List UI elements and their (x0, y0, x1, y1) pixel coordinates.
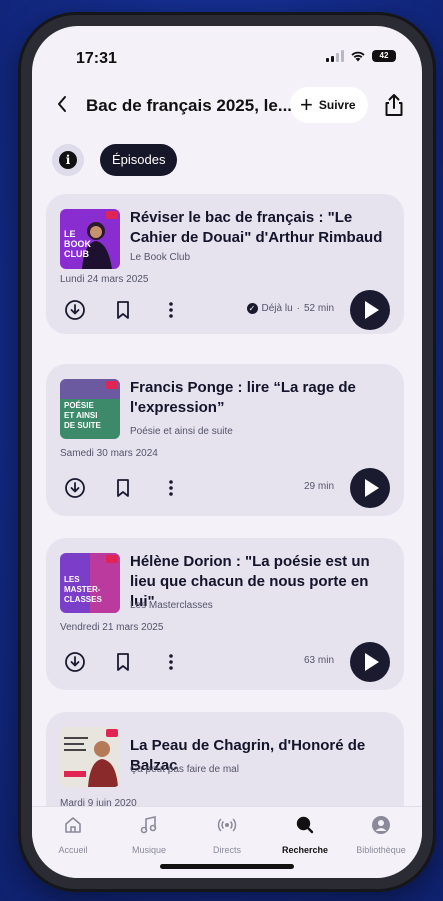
duration-text: 52 min (303, 303, 334, 314)
download-icon[interactable] (64, 651, 86, 673)
search-icon (296, 816, 314, 834)
check-icon: ✓ (246, 303, 258, 314)
brand-logo (106, 211, 118, 219)
episode-thumbnail: LES MASTER- CLASSES (60, 553, 120, 613)
chevron-left-icon (58, 96, 66, 112)
play-button[interactable] (350, 290, 390, 330)
nav-directs[interactable]: Directs (188, 815, 266, 855)
episode-card[interactable]: LES MASTER- CLASSES Hélène Dorion : "La … (46, 538, 404, 690)
episode-date: Vendredi 21 mars 2025 (60, 622, 164, 633)
nav-label: Musique (131, 845, 167, 855)
brand-logo (106, 381, 118, 389)
episode-actions: 63 min (60, 642, 390, 682)
brand-logo (106, 555, 118, 563)
nav-label: Recherche (281, 845, 329, 855)
home-indicator[interactable] (160, 864, 294, 869)
duration-text: 29 min (303, 481, 334, 492)
nav-recherche[interactable]: Recherche (266, 815, 344, 855)
episode-show[interactable]: Le Book Club (130, 252, 190, 263)
more-icon[interactable] (160, 477, 182, 499)
nav-bibliotheque[interactable]: Bibliothèque (342, 815, 420, 855)
more-icon[interactable] (160, 299, 182, 321)
episode-date: Lundi 24 mars 2025 (60, 274, 149, 285)
status-icons: 42 (326, 50, 396, 62)
app-screen: 17:31 42 Bac de français 2025, le... + S… (32, 26, 422, 878)
nav-label: Accueil (58, 845, 88, 855)
episode-card[interactable]: La Peau de Chagrin, d'Honoré de Balzac Ç… (46, 712, 404, 806)
episode-date: Samedi 30 mars 2024 (60, 448, 158, 459)
bookmark-icon[interactable] (112, 651, 134, 673)
episode-title[interactable]: Réviser le bac de français : "Le Cahier … (130, 208, 392, 248)
episode-duration: ✓ Déjà lu · 52 min (246, 303, 334, 314)
tab-episodes[interactable]: Épisodes (100, 144, 178, 176)
separator: · (296, 303, 300, 314)
signal-icon (326, 50, 344, 62)
follow-label: Suivre (318, 98, 356, 112)
battery-icon: 42 (372, 50, 396, 62)
episode-date: Mardi 9 juin 2020 (60, 798, 137, 806)
episode-thumbnail (60, 727, 120, 787)
episode-card[interactable]: POÉSIE ET AINSI DE SUITE Francis Ponge :… (46, 364, 404, 516)
episode-actions: ✓ Déjà lu · 52 min (60, 290, 390, 330)
nav-accueil[interactable]: Accueil (34, 815, 112, 855)
share-icon[interactable] (382, 92, 406, 118)
download-icon[interactable] (64, 477, 86, 499)
more-icon[interactable] (160, 651, 182, 673)
episode-thumbnail: POÉSIE ET AINSI DE SUITE (60, 379, 120, 439)
top-bar: Bac de français 2025, le... + Suivre (32, 86, 422, 126)
status-time: 17:31 (76, 50, 117, 67)
bookmark-icon[interactable] (112, 477, 134, 499)
wifi-icon (351, 51, 365, 62)
played-status: Déjà lu (261, 303, 293, 314)
episode-card[interactable]: LE BOOK CLUB Réviser le bac de français … (46, 194, 404, 334)
thumbnail-label: POÉSIE ET AINSI DE SUITE (64, 401, 101, 430)
tab-bar: i Épisodes (44, 142, 422, 178)
download-icon[interactable] (64, 299, 86, 321)
episode-actions: 29 min (60, 468, 390, 508)
nav-label: Directs (212, 845, 241, 855)
episode-duration: 63 min (304, 655, 334, 666)
music-note-icon (140, 816, 157, 834)
status-bar: 17:31 42 (32, 26, 422, 72)
bookmark-icon[interactable] (112, 299, 134, 321)
follow-button[interactable]: + Suivre (290, 87, 368, 123)
back-button[interactable] (56, 94, 68, 118)
plus-icon: + (300, 92, 313, 117)
brand-logo (106, 729, 118, 737)
episode-title[interactable]: Francis Ponge : lire “La rage de l'expre… (130, 378, 392, 418)
page-title: Bac de français 2025, le... (86, 96, 293, 115)
duration-text: 63 min (303, 655, 334, 666)
home-icon (65, 817, 81, 833)
thumbnail-label: LE BOOK CLUB (64, 229, 91, 259)
play-button[interactable] (350, 468, 390, 508)
episode-list[interactable]: LE BOOK CLUB Réviser le bac de français … (32, 194, 422, 806)
episode-thumbnail: LE BOOK CLUB (60, 209, 120, 269)
episode-show[interactable]: Poésie et ainsi de suite (130, 426, 233, 437)
profile-icon (372, 816, 390, 834)
episode-show[interactable]: Les Masterclasses (130, 600, 213, 611)
info-button[interactable]: i (52, 144, 84, 176)
episode-duration: 29 min (304, 481, 334, 492)
broadcast-icon (217, 818, 237, 832)
nav-label: Bibliothèque (356, 845, 406, 855)
play-button[interactable] (350, 642, 390, 682)
phone-frame: 17:31 42 Bac de français 2025, le... + S… (18, 12, 436, 892)
info-icon: i (59, 151, 77, 169)
episode-show[interactable]: Ça peut pas faire de mal (130, 764, 239, 775)
nav-musique[interactable]: Musique (110, 815, 188, 855)
thumbnail-label: LES MASTER- CLASSES (64, 575, 102, 604)
